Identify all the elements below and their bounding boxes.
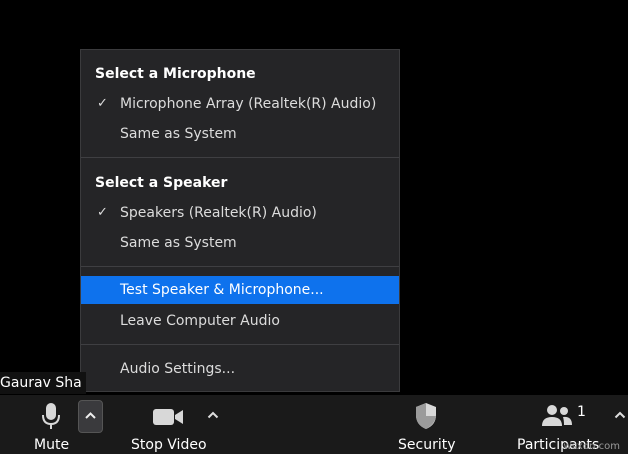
menu-item-label: Leave Computer Audio [120,313,280,329]
menu-item-label: Speakers (Realtek(R) Audio) [120,205,317,221]
participants-icon [540,404,574,428]
microphone-heading: Select a Microphone [95,66,256,82]
menu-divider [81,266,399,267]
security-label: Security [398,437,456,453]
menu-item-label: Same as System [120,235,237,251]
audio-options-caret[interactable] [78,400,103,433]
microphone-option-realtek[interactable]: ✓ Microphone Array (Realtek(R) Audio) [81,90,399,118]
participant-name-label: Gaurav Sha [0,372,86,394]
audio-options-menu: Select a Microphone ✓ Microphone Array (… [80,49,400,392]
stop-video-label: Stop Video [131,437,207,453]
check-icon: ✓ [97,205,108,220]
stop-video-button[interactable]: Stop Video [120,395,230,454]
check-icon: ✓ [97,96,108,111]
menu-item-label: Microphone Array (Realtek(R) Audio) [120,96,377,112]
participants-count: 1 [577,404,586,420]
speaker-option-same-as-system[interactable]: Same as System [81,229,399,257]
menu-divider [81,157,399,158]
menu-item-label: Audio Settings... [120,361,236,377]
chevron-up-icon[interactable] [207,411,219,419]
mute-button[interactable]: Mute [0,395,78,454]
shield-icon [414,402,438,430]
test-speaker-microphone-item[interactable]: Test Speaker & Microphone... [81,276,399,304]
leave-computer-audio-item[interactable]: Leave Computer Audio [81,307,399,335]
security-button[interactable]: Security [388,395,468,454]
video-camera-icon [152,407,185,427]
microphone-icon [41,402,61,432]
menu-divider [81,344,399,345]
menu-item-label: Test Speaker & Microphone... [120,282,324,298]
watermark-text: wsxdn.com [563,441,620,452]
speaker-option-realtek[interactable]: ✓ Speakers (Realtek(R) Audio) [81,199,399,227]
chevron-up-icon[interactable] [614,411,626,419]
meeting-toolbar: Mute Stop Video Security 1 Participants … [0,395,628,454]
mute-label: Mute [34,437,70,453]
audio-settings-item[interactable]: Audio Settings... [81,355,399,383]
microphone-option-same-as-system[interactable]: Same as System [81,120,399,148]
menu-item-label: Same as System [120,126,237,142]
speaker-heading: Select a Speaker [95,175,228,191]
chevron-up-icon [85,412,96,419]
